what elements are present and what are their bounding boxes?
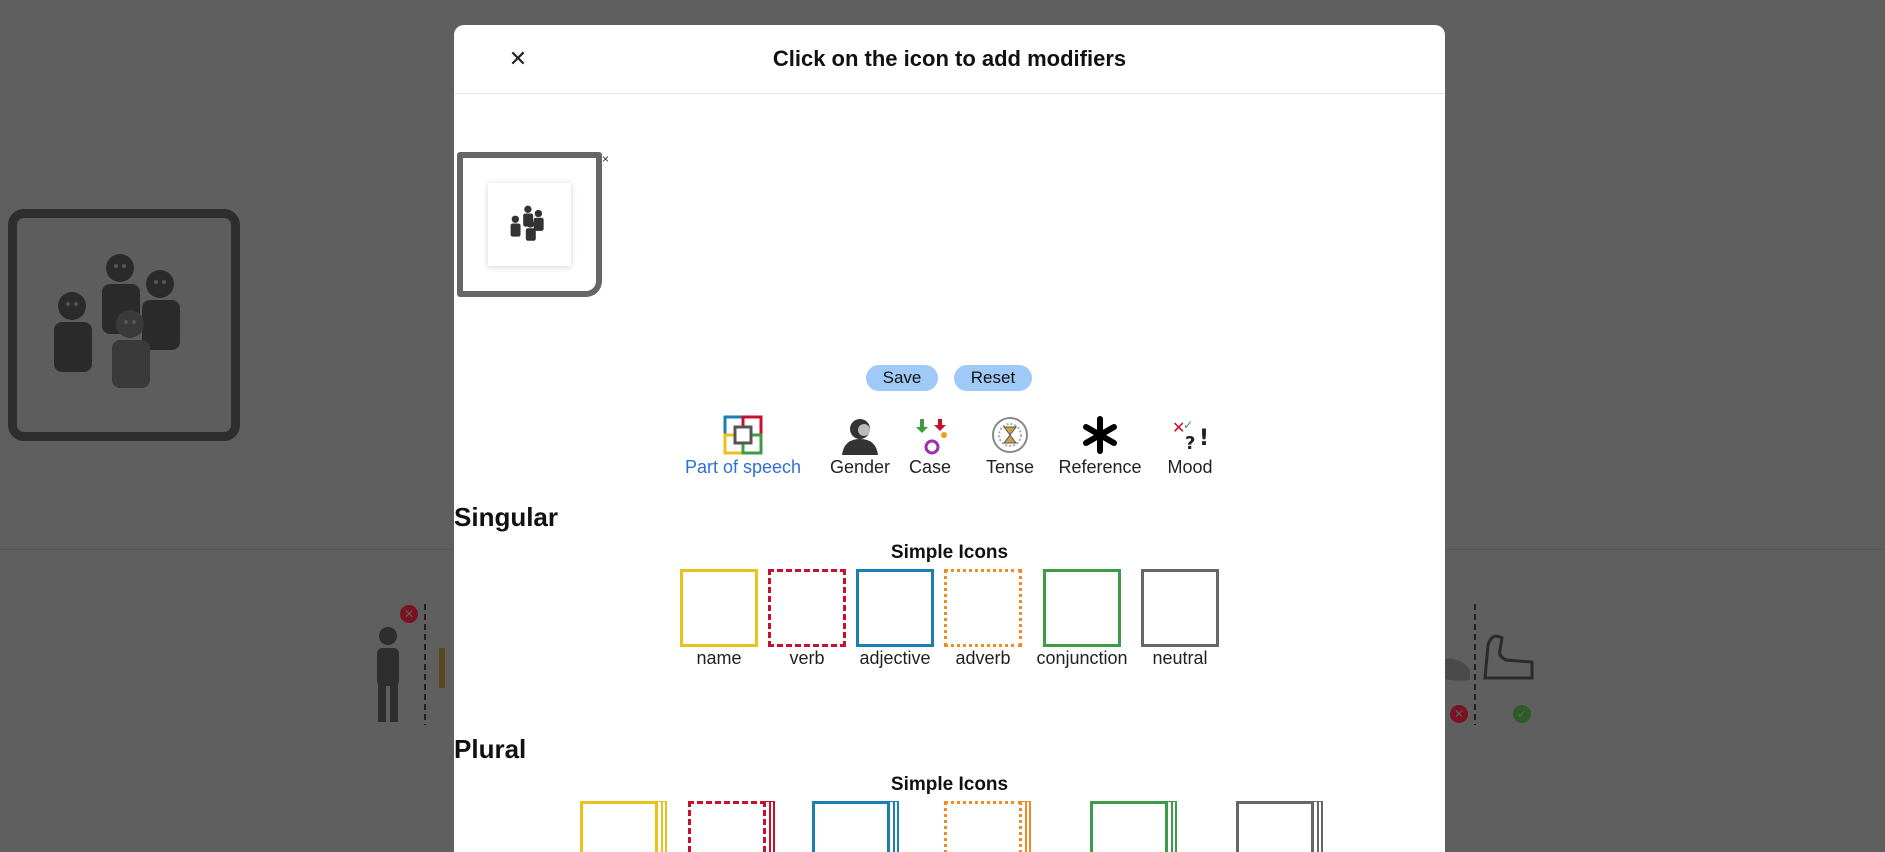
modifier-label: neutral (1152, 648, 1208, 668)
svg-text:✓: ✓ (1517, 707, 1527, 721)
modifier-adverb[interactable] (944, 569, 1022, 647)
svg-text:✓: ✓ (1183, 418, 1193, 432)
tab-label: Reference (1058, 457, 1142, 477)
plural-modifier-conjunction[interactable] (1090, 801, 1168, 852)
people-group-icon (54, 254, 180, 388)
tab-label: Case (908, 457, 952, 477)
mood-icon: ✕ ✓ ? ! (1172, 418, 1209, 454)
plural-heading: Plural (454, 734, 527, 764)
plural-modifier-neutral[interactable] (1236, 801, 1314, 852)
plural-simple-icons-heading: Simple Icons (890, 774, 1009, 795)
tab-gender[interactable]: Gender (822, 415, 898, 478)
tab-tense[interactable]: Tense (980, 415, 1040, 478)
remove-pictogram-icon[interactable]: × (602, 152, 609, 166)
modifier-verb[interactable] (768, 569, 846, 647)
reset-button[interactable]: Reset (954, 365, 1032, 391)
modifier-neutral[interactable] (1141, 569, 1219, 647)
dialog-header: ✕ Click on the icon to add modifiers (454, 25, 1445, 94)
gender-icon (842, 419, 878, 455)
save-button[interactable]: Save (866, 365, 938, 391)
tab-reference[interactable]: Reference (1052, 415, 1148, 478)
case-icon (916, 419, 947, 455)
svg-text:!: ! (1199, 426, 1209, 451)
svg-text:?: ? (1185, 433, 1195, 454)
dialog-title: Click on the icon to add modifiers (772, 46, 1127, 71)
plural-modifier-name[interactable] (580, 801, 658, 852)
modifier-conjunction[interactable] (1043, 569, 1121, 647)
plural-modifier-adverb[interactable] (944, 801, 1022, 852)
background-arm-icon: ✕ ✓ (1440, 604, 1534, 725)
modifiers-dialog: ✕ Click on the icon to add modifiers × S… (454, 25, 1445, 852)
tense-icon (992, 417, 1028, 453)
modifier-label: adverb (955, 648, 1011, 668)
selected-pictogram-preview[interactable] (457, 152, 602, 297)
tab-label: Mood (1167, 457, 1213, 477)
tab-label: Part of speech (684, 457, 802, 477)
people-group-icon (510, 205, 544, 241)
tab-mood[interactable]: ✕ ✓ ? ! Mood (1160, 415, 1220, 478)
svg-text:✕: ✕ (1454, 707, 1464, 721)
plural-modifier-adjective[interactable] (812, 801, 890, 852)
tab-case[interactable]: Case (902, 415, 958, 478)
singular-simple-icons-heading: Simple Icons (890, 542, 1009, 563)
singular-heading: Singular (454, 502, 559, 532)
modifier-label: conjunction (1036, 648, 1128, 668)
tab-part-of-speech[interactable]: Part of speech (680, 415, 806, 478)
modifier-adjective[interactable] (856, 569, 934, 647)
tab-label: Tense (985, 457, 1035, 477)
plural-modifier-verb[interactable] (688, 801, 766, 852)
background-pictogram-frame (8, 209, 240, 441)
tab-label: Gender (829, 457, 891, 477)
modifier-name[interactable] (680, 569, 758, 647)
background-person-icon: ✕ (377, 604, 445, 725)
preview-card (488, 183, 571, 266)
part-of-speech-icon (723, 415, 763, 455)
svg-text:✕: ✕ (404, 607, 414, 621)
asterisk-icon (1083, 416, 1117, 454)
